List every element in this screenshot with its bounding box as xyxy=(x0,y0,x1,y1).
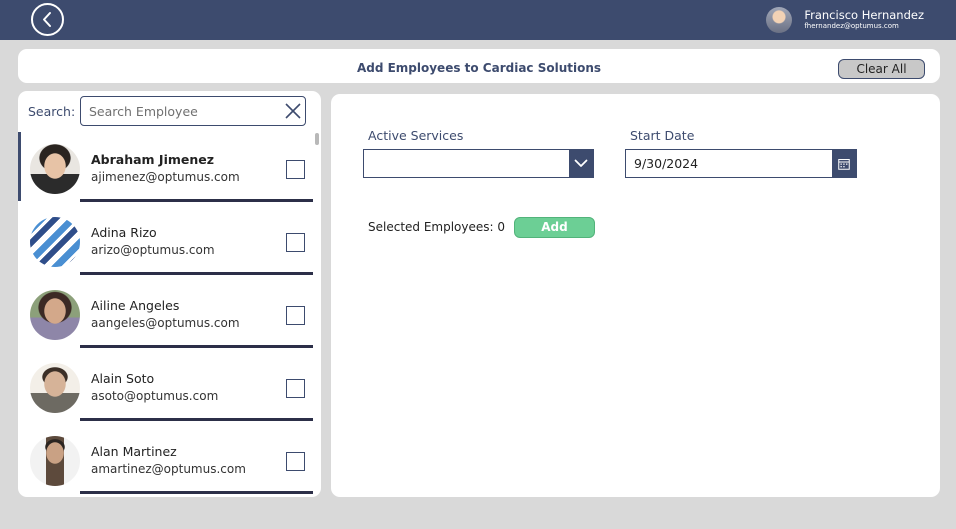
back-button[interactable] xyxy=(31,3,64,36)
avatar xyxy=(30,290,80,340)
divider xyxy=(80,272,313,275)
user-name: Francisco Hernandez xyxy=(804,7,924,22)
employee-panel: Search: Abraham Jimenez ajimenez@optumus… xyxy=(18,91,321,497)
clear-all-button[interactable]: Clear All xyxy=(838,59,925,79)
active-services-dropdown[interactable] xyxy=(363,149,594,178)
close-icon[interactable] xyxy=(284,102,302,120)
employee-checkbox[interactable] xyxy=(286,233,305,252)
scrollbar-thumb[interactable] xyxy=(315,133,319,145)
employee-name: Alan Martinez xyxy=(91,444,177,459)
dropdown-toggle[interactable] xyxy=(569,150,593,177)
start-date-picker[interactable]: 9/30/2024 xyxy=(625,149,857,178)
employee-email: ajimenez@optumus.com xyxy=(91,170,240,184)
employee-checkbox[interactable] xyxy=(286,452,305,471)
add-button[interactable]: Add xyxy=(514,217,595,238)
calendar-icon xyxy=(838,158,850,170)
start-date-value: 9/30/2024 xyxy=(634,156,699,171)
user-profile[interactable]: Francisco Hernandez fhernandez@optumus.c… xyxy=(766,6,924,34)
list-item[interactable]: Adina Rizo arizo@optumus.com xyxy=(18,205,314,278)
search-box xyxy=(80,96,306,126)
chevron-left-icon xyxy=(43,12,51,27)
avatar xyxy=(30,144,80,194)
divider xyxy=(80,418,313,421)
user-email: fhernandez@optumus.com xyxy=(804,22,899,31)
chevron-down-icon xyxy=(574,159,588,167)
employee-checkbox[interactable] xyxy=(286,160,305,179)
form-panel: Active Services Start Date 9/30/2024 Sel… xyxy=(331,94,940,497)
title-bar: Add Employees to Cardiac Solutions Clear… xyxy=(18,49,940,83)
list-item[interactable]: Alain Soto asoto@optumus.com xyxy=(18,351,314,424)
divider xyxy=(80,345,313,348)
avatar xyxy=(766,7,793,33)
active-services-label: Active Services xyxy=(368,128,464,143)
employee-email: asoto@optumus.com xyxy=(91,389,219,403)
avatar xyxy=(30,217,80,267)
avatar xyxy=(30,363,80,413)
divider xyxy=(80,199,313,202)
page-title: Add Employees to Cardiac Solutions xyxy=(356,61,602,75)
start-date-label: Start Date xyxy=(630,128,695,143)
employee-name: Abraham Jimenez xyxy=(91,152,215,167)
employee-email: aangeles@optumus.com xyxy=(91,316,240,330)
list-item[interactable]: Abraham Jimenez ajimenez@optumus.com xyxy=(18,132,314,205)
selected-employees-count: Selected Employees: 0 xyxy=(368,220,506,234)
employee-email: amartinez@optumus.com xyxy=(91,462,246,476)
search-input[interactable] xyxy=(81,97,277,125)
employee-name: Alain Soto xyxy=(91,371,155,386)
employee-email: arizo@optumus.com xyxy=(91,243,215,257)
calendar-button[interactable] xyxy=(832,150,856,177)
list-item[interactable]: Alan Martinez amartinez@optumus.com xyxy=(18,424,314,497)
avatar xyxy=(30,436,80,486)
employee-list: Abraham Jimenez ajimenez@optumus.com Adi… xyxy=(18,132,314,497)
divider xyxy=(80,491,313,494)
employee-name: Adina Rizo xyxy=(91,225,157,240)
employee-checkbox[interactable] xyxy=(286,306,305,325)
employee-name: Ailine Angeles xyxy=(91,298,180,313)
employee-checkbox[interactable] xyxy=(286,379,305,398)
list-item[interactable]: Ailine Angeles aangeles@optumus.com xyxy=(18,278,314,351)
search-label: Search: xyxy=(28,104,76,119)
top-bar: Francisco Hernandez fhernandez@optumus.c… xyxy=(0,0,956,40)
